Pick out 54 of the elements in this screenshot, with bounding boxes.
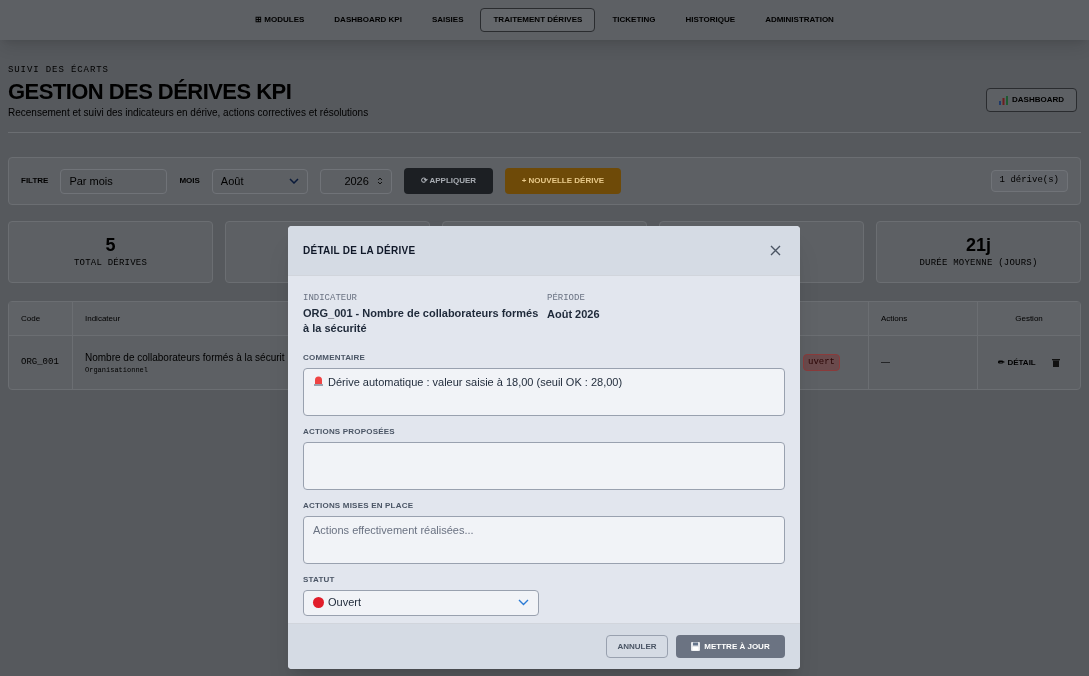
nav-tab[interactable]: ⊞ MODULES bbox=[242, 8, 318, 32]
code-text: ORG_001 bbox=[21, 355, 59, 369]
field-label: STATUT bbox=[303, 573, 335, 586]
column-header: Actions bbox=[881, 312, 908, 325]
filter-label: FILTRE bbox=[21, 175, 49, 187]
status-badge: uvert bbox=[803, 353, 840, 372]
bar-chart-icon bbox=[999, 95, 1008, 105]
text-area[interactable]: Dérive automatique : valeur saisie à 18,00 (seuil OK : 28,00) bbox=[303, 367, 785, 416]
update-button[interactable]: METTRE À JOUR bbox=[676, 635, 785, 658]
column-header: Gestion bbox=[1015, 312, 1043, 325]
count-badge: 1 dérive(s) bbox=[990, 170, 1068, 192]
new-drift-button[interactable]: + NOUVELLE DÉRIVE bbox=[504, 168, 621, 194]
filter-field[interactable]: Par mois bbox=[60, 168, 168, 194]
stat-label: DURÉE MOYENNE (JOURS) bbox=[919, 256, 1038, 270]
stat-value: 21j bbox=[966, 234, 991, 257]
field-label: COMMENTAIRE bbox=[303, 351, 366, 364]
siren-icon bbox=[313, 374, 324, 386]
text-area[interactable] bbox=[303, 441, 785, 490]
field-label: PÉRIODE bbox=[547, 292, 586, 305]
nav-tab[interactable]: SAISIES bbox=[418, 8, 477, 32]
field-label: ACTIONS PROPOSÉES bbox=[303, 425, 395, 438]
nav-tab[interactable]: TICKETING bbox=[599, 8, 669, 32]
dialog-title: DÉTAIL DE LA DÉRIVE bbox=[303, 243, 416, 258]
stat-label: TOTAL DÉRIVES bbox=[73, 256, 148, 270]
text-area[interactable]: Actions effectivement réalisées... bbox=[303, 515, 785, 564]
page-subtitle: Recensement et suivi des indicateurs en dérive, actions correctives et résolutions bbox=[8, 106, 369, 120]
close-icon bbox=[770, 245, 781, 256]
stat-value: 5 bbox=[105, 234, 116, 257]
detail-button[interactable]: ✏ DÉTAIL bbox=[998, 356, 1036, 369]
nav-tab[interactable]: DASHBOARD KPI bbox=[321, 8, 415, 32]
actions-text: — bbox=[881, 355, 890, 369]
section-eyebrow: SUIVI DES ÉCARTS bbox=[8, 64, 109, 77]
column-header: Indicateur bbox=[85, 312, 121, 325]
spinner-arrows-icon bbox=[376, 176, 383, 186]
nav-tab[interactable]: TRAITEMENT DÉRIVES bbox=[480, 8, 596, 32]
page-title: GESTION DES DÉRIVES KPI bbox=[8, 77, 292, 105]
dashboard-button[interactable]: DASHBOARD bbox=[986, 88, 1077, 112]
year-field[interactable]: 2026 bbox=[319, 168, 392, 194]
trash-icon[interactable] bbox=[1051, 358, 1060, 367]
cancel-button[interactable]: ANNULER bbox=[606, 635, 668, 658]
column-header: Code bbox=[21, 312, 41, 325]
chevron-down-icon bbox=[518, 599, 529, 606]
status-select[interactable]: Ouvert bbox=[303, 589, 539, 616]
month-label: MOIS bbox=[179, 175, 200, 187]
chevron-down-icon bbox=[288, 178, 299, 184]
field-label: INDICATEUR bbox=[303, 292, 358, 305]
indicator-value: ORG_001 - Nombre de collaborateurs formés à la sécurité bbox=[303, 305, 539, 336]
period-value: Août 2026 bbox=[547, 306, 600, 322]
field-label: ACTIONS MISES EN PLACE bbox=[303, 499, 414, 512]
month-select[interactable]: Août bbox=[211, 168, 308, 194]
nav-tab[interactable]: ADMINISTRATION bbox=[752, 8, 847, 32]
nav-tab[interactable]: HISTORIQUE bbox=[672, 8, 749, 32]
indicator-name: Nombre de collaborateurs formés à la sécurit bbox=[85, 350, 285, 365]
apply-button[interactable]: ⟳ APPLIQUER bbox=[403, 168, 493, 194]
